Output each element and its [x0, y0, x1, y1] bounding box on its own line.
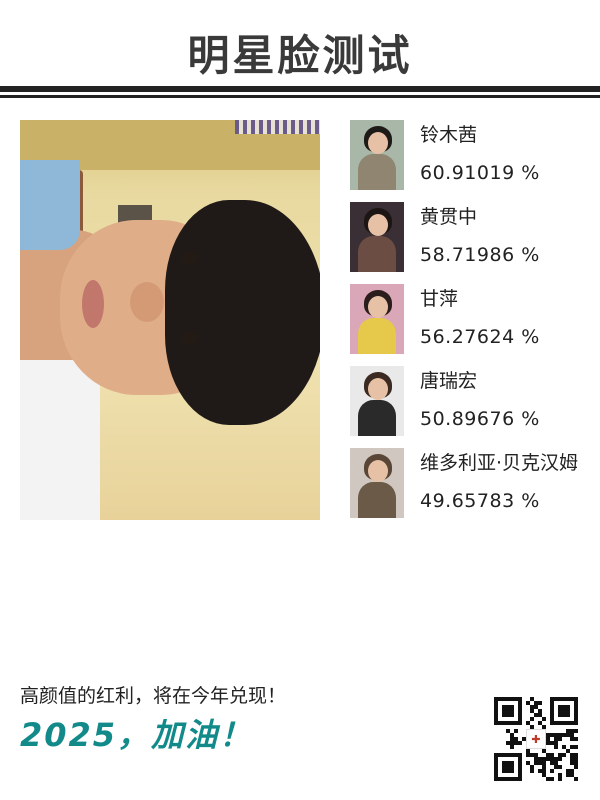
similarity-percent: 49.65783 % [420, 490, 540, 512]
match-item[interactable]: 维多利亚·贝克汉姆 49.65783 % [350, 448, 600, 520]
celebrity-thumbnail [350, 366, 404, 436]
celebrity-name: 唐瑞宏 [420, 370, 478, 392]
celebrity-thumbnail [350, 284, 404, 354]
similarity-percent: 50.89676 % [420, 408, 540, 430]
match-item[interactable]: 铃木茜 60.91019 % [350, 120, 600, 192]
match-item[interactable]: 黄贯中 58.71986 % [350, 202, 600, 274]
celebrity-name: 甘萍 [420, 288, 459, 310]
celebrity-name: 维多利亚·贝克汉姆 [420, 452, 579, 474]
header-divider-thin [0, 95, 600, 98]
qr-logo-icon: ✚ [526, 729, 546, 749]
celebrity-thumbnail [350, 202, 404, 272]
celebrity-thumbnail [350, 120, 404, 190]
cheer-text: 2025，加油！ [20, 716, 254, 754]
similarity-percent: 56.27624 % [420, 326, 540, 348]
header-divider-thick [0, 86, 600, 92]
page-title: 明星脸测试 [187, 31, 413, 80]
similarity-percent: 58.71986 % [420, 244, 540, 266]
celebrity-thumbnail [350, 448, 404, 518]
user-photo [20, 120, 320, 520]
celebrity-name: 铃木茜 [420, 124, 478, 146]
similarity-percent: 60.91019 % [420, 162, 540, 184]
match-item[interactable]: 甘萍 56.27624 % [350, 284, 600, 356]
qr-code[interactable]: ✚ [494, 697, 578, 781]
match-item[interactable]: 唐瑞宏 50.89676 % [350, 366, 600, 438]
slogan-text: 高颜值的红利，将在今年兑现！ [20, 685, 287, 707]
celebrity-name: 黄贯中 [420, 206, 478, 228]
